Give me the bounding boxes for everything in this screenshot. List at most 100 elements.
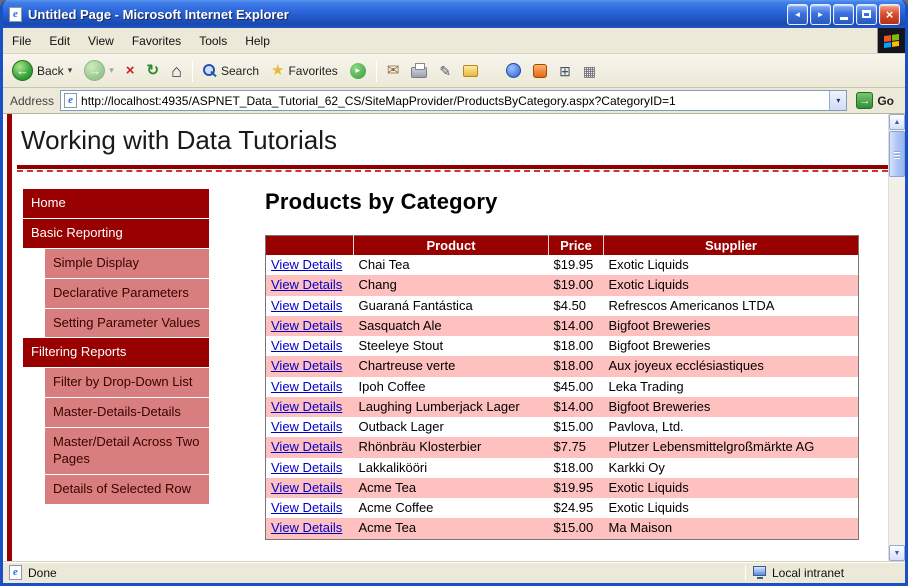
edit-pencil-icon: ✎ xyxy=(439,62,452,79)
calculator-button[interactable]: ⊞ xyxy=(554,61,576,81)
menu-item-favorites[interactable]: Favorites xyxy=(123,28,190,53)
products-body: View Details Chai Tea $19.95 Exotic Liquids… xyxy=(265,255,859,539)
view-details-link[interactable]: View Details xyxy=(271,379,342,394)
scrollbar-track[interactable] xyxy=(889,130,905,545)
menu-item-help[interactable]: Help xyxy=(236,28,279,53)
column-header-actions xyxy=(265,235,354,255)
title-extra-left-button[interactable]: ◄ xyxy=(787,3,808,25)
menu-item-edit[interactable]: Edit xyxy=(40,28,79,53)
refresh-button[interactable]: ↻ xyxy=(142,60,165,81)
windows-logo xyxy=(877,28,905,53)
sidebar-item-basic-reporting[interactable]: Basic Reporting xyxy=(23,218,209,248)
menu-item-file[interactable]: File xyxy=(3,28,40,53)
product-cell: Chai Tea xyxy=(358,257,410,272)
title-extra-right-button[interactable]: ► xyxy=(810,3,831,25)
favorites-button[interactable]: ★ Favorites xyxy=(266,60,343,81)
stop-button[interactable]: × xyxy=(121,60,140,81)
sidebar-item-master-details-details[interactable]: Master-Details-Details xyxy=(45,398,209,428)
product-row: View Details Chang $19.00 Exotic Liquids xyxy=(265,275,859,296)
sidebar-item-setting-parameter-values[interactable]: Setting Parameter Values xyxy=(45,308,209,338)
sidebar-item-simple-display[interactable]: Simple Display xyxy=(45,248,209,278)
product-row: View Details Rhönbräu Klosterbier $7.75 Plu… xyxy=(265,437,859,458)
sidebar-item-declarative-parameters[interactable]: Declarative Parameters xyxy=(45,278,209,308)
close-button[interactable]: × xyxy=(879,3,900,25)
scroll-up-button[interactable]: ▲ xyxy=(889,114,905,130)
sidebar-item-filtering-reports[interactable]: Filtering Reports xyxy=(23,338,209,368)
menu-item-view[interactable]: View xyxy=(79,28,123,53)
research-button[interactable] xyxy=(528,61,552,81)
actions-cell: View Details xyxy=(266,275,354,295)
orange-addon-icon xyxy=(533,63,548,78)
supplier-cell: Leka Trading xyxy=(608,378,684,394)
actions-cell: View Details xyxy=(266,356,354,376)
product-cell: Acme Tea xyxy=(358,479,417,495)
maximize-button[interactable] xyxy=(856,3,877,25)
menu-item-tools[interactable]: Tools xyxy=(190,28,236,53)
edit-button[interactable]: ✎ xyxy=(434,61,456,81)
address-label: Address xyxy=(10,93,55,108)
minimize-button[interactable] xyxy=(833,3,854,25)
media-button[interactable]: ▸ xyxy=(345,60,371,82)
vertical-scrollbar[interactable]: ▲ ▼ xyxy=(888,114,905,561)
supplier-cell: Aux joyeux ecclésiastiques xyxy=(608,358,764,374)
sidebar-item-home[interactable]: Home xyxy=(23,189,209,218)
view-details-link[interactable]: View Details xyxy=(271,460,342,475)
menu-bar: File Edit View Favorites Tools Help xyxy=(3,28,905,54)
product-row: View Details Acme Tea $15.00 Ma Maison xyxy=(265,518,859,539)
view-details-link[interactable]: View Details xyxy=(271,277,342,292)
product-cell: Laughing Lumberjack Lager xyxy=(358,398,520,414)
home-button[interactable]: ⌂ xyxy=(166,59,187,83)
back-icon: ← xyxy=(12,60,33,81)
actions-cell: View Details xyxy=(266,518,354,539)
back-button[interactable]: ← Back ▾ xyxy=(7,57,77,84)
actions-cell: View Details xyxy=(266,336,354,356)
view-details-link[interactable]: View Details xyxy=(271,298,342,313)
grid-button[interactable]: ▦ xyxy=(578,61,601,81)
actions-cell: View Details xyxy=(266,478,354,498)
view-details-link[interactable]: View Details xyxy=(271,480,342,495)
view-details-link[interactable]: View Details xyxy=(271,419,342,434)
search-button[interactable]: Search xyxy=(198,61,264,81)
page-area: Working with Data Tutorials Home Basic Re… xyxy=(3,114,888,561)
grid-icon: ▦ xyxy=(582,62,597,79)
maximize-icon xyxy=(862,10,871,18)
product-cell: Chartreuse verte xyxy=(358,358,456,374)
window-icon: e xyxy=(9,6,22,22)
view-details-link[interactable]: View Details xyxy=(271,257,342,272)
view-details-link[interactable]: View Details xyxy=(271,439,342,454)
supplier-cell: Ma Maison xyxy=(608,520,673,536)
window-title: Untitled Page - Microsoft Internet Explo… xyxy=(28,6,289,22)
view-details-link[interactable]: View Details xyxy=(271,399,342,414)
calculator-icon: ⊞ xyxy=(559,62,571,79)
go-button[interactable]: → Go xyxy=(853,91,901,110)
products-table: Product Price Supplier View Details Chai Te… xyxy=(265,235,859,540)
sidebar-item-master-detail-across-two-pages[interactable]: Master/Detail Across Two Pages xyxy=(45,428,209,474)
messenger-button[interactable] xyxy=(501,60,526,81)
discuss-button[interactable] xyxy=(458,62,483,80)
menu-spacer xyxy=(279,28,877,53)
mail-button[interactable]: ✉ xyxy=(382,60,405,81)
go-label: Go xyxy=(877,93,894,108)
product-cell: Acme Coffee xyxy=(358,500,434,515)
sidebar-item-details-of-selected-row[interactable]: Details of Selected Row xyxy=(45,474,209,504)
view-details-link[interactable]: View Details xyxy=(271,500,342,515)
print-button[interactable] xyxy=(406,60,432,81)
actions-cell: View Details xyxy=(266,255,354,275)
address-input[interactable]: e http://localhost:4935/ASPNET_Data_Tuto… xyxy=(60,90,848,111)
view-details-link[interactable]: View Details xyxy=(271,338,342,353)
price-cell: $19.00 xyxy=(553,277,594,293)
supplier-cell: Exotic Liquids xyxy=(608,257,689,272)
scroll-down-button[interactable]: ▼ xyxy=(889,545,905,561)
right-arrow-icon: ► xyxy=(816,9,825,19)
view-details-link[interactable]: View Details xyxy=(271,358,342,373)
address-dropdown-button[interactable]: ▾ xyxy=(829,91,847,110)
view-details-link[interactable]: View Details xyxy=(271,318,342,333)
scrollbar-thumb[interactable] xyxy=(889,131,905,177)
product-cell: Ipoh Coffee xyxy=(358,378,426,394)
forward-button[interactable]: → ▾ xyxy=(79,57,119,84)
view-details-link[interactable]: View Details xyxy=(271,520,342,535)
sidebar-item-filter-by-drop-down-list[interactable]: Filter by Drop-Down List xyxy=(45,368,209,398)
status-page-icon: e xyxy=(9,565,22,580)
actions-cell: View Details xyxy=(266,437,354,457)
status-message-panel: e Done xyxy=(7,565,742,580)
